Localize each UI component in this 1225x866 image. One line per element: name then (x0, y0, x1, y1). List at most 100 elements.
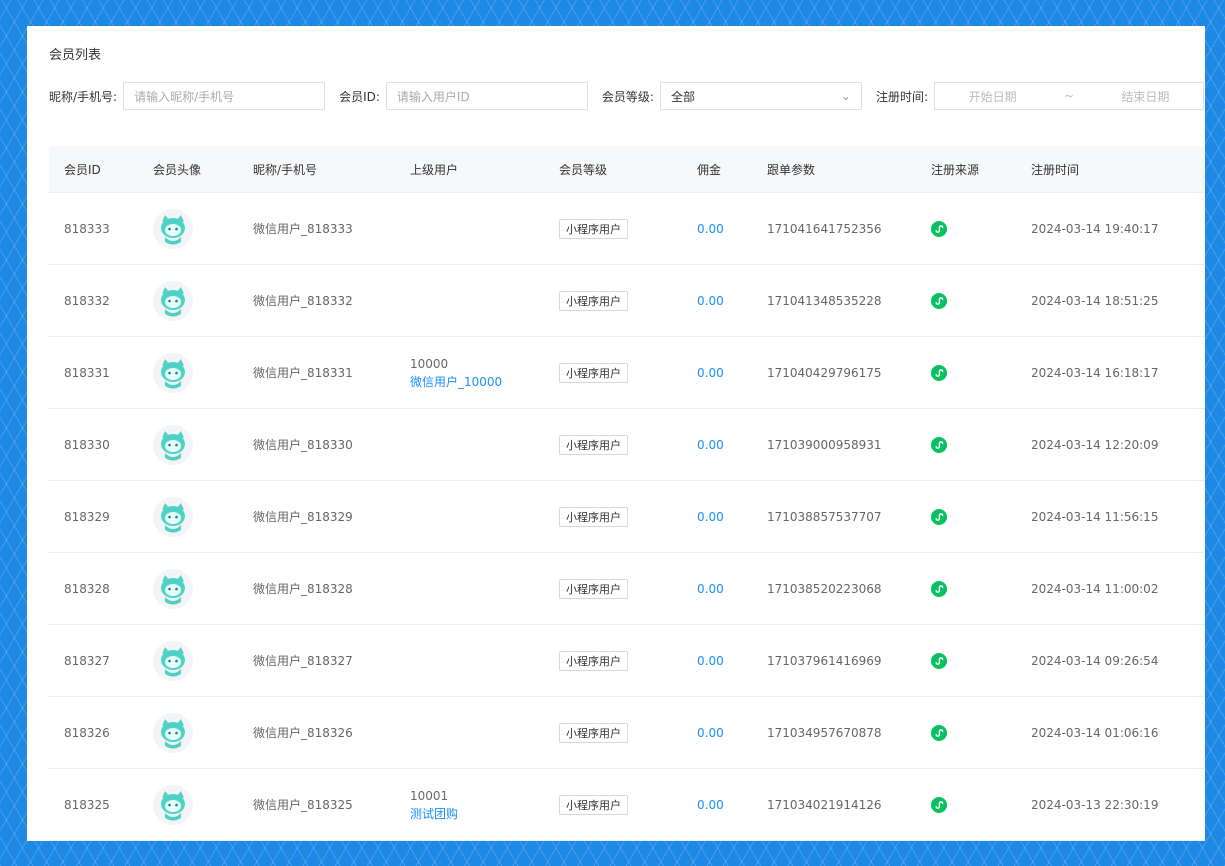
member-id: 818333 (64, 221, 110, 236)
mini-program-icon (931, 652, 947, 669)
cat-avatar-icon (153, 280, 193, 321)
avatar (138, 424, 238, 465)
table-row: 818326 微信用户_818326 小程序用户 0.00 17103495767087… (49, 697, 1205, 769)
avatar (138, 496, 238, 537)
member-level-tag: 小程序用户 (559, 290, 628, 311)
member-level-label: 会员等级: (601, 89, 654, 104)
commission-link[interactable]: 0.00 (682, 438, 752, 452)
reg-source (916, 580, 1016, 597)
nickname: 微信用户_818332 (253, 294, 353, 308)
avatar (138, 640, 238, 681)
nickname-search-input[interactable]: 请输入昵称/手机号 (123, 82, 326, 110)
member-level-cell: 小程序用户 (544, 722, 682, 743)
avatar (138, 784, 238, 825)
header-level: 会员等级 (559, 162, 608, 177)
follow-param: 171034957670878 (767, 725, 882, 740)
reg-date-range-picker[interactable]: 开始日期 ~ 结束日期 (934, 82, 1205, 110)
member-id-placeholder: 请输入用户ID (396, 89, 470, 104)
follow-param: 171041348535228 (767, 293, 882, 308)
member-level-select[interactable]: 全部 ⌄ (659, 82, 862, 110)
avatar (138, 568, 238, 609)
member-id-input[interactable]: 请输入用户ID (385, 82, 588, 110)
reg-time: 2024-03-14 18:51:25 (1031, 293, 1159, 308)
follow-param: 171041641752356 (767, 221, 882, 236)
member-table: 会员ID 会员头像 昵称/手机号 上级用户 会员等级 佣金 跟单参数 注册来源 … (49, 146, 1205, 841)
avatar (138, 208, 238, 249)
avatar (138, 712, 238, 753)
reg-source (916, 436, 1016, 453)
member-id: 818330 (64, 437, 110, 452)
nickname: 微信用户_818329 (253, 510, 353, 524)
commission-link[interactable]: 0.00 (682, 366, 752, 380)
commission-link[interactable]: 0.00 (682, 726, 752, 740)
member-level-tag: 小程序用户 (559, 434, 628, 455)
cat-avatar-icon (153, 784, 193, 825)
nickname: 微信用户_818328 (253, 582, 353, 596)
mini-program-icon (931, 580, 947, 597)
nickname: 微信用户_818325 (253, 798, 353, 812)
superior-id: 10001 (410, 788, 449, 803)
superior-user: 10000 微信用户_10000 (395, 355, 544, 391)
commission-link[interactable]: 0.00 (682, 654, 752, 668)
table-row: 818332 微信用户_818332 小程序用户 0.00 17104134853522… (49, 265, 1205, 337)
cat-avatar-icon (153, 640, 193, 681)
superior-name-link[interactable]: 微信用户_10000 (410, 373, 544, 391)
member-id: 818325 (64, 797, 110, 812)
member-id: 818328 (64, 581, 110, 596)
superior-name-link[interactable]: 测试团购 (410, 805, 544, 823)
avatar (138, 280, 238, 321)
member-id: 818326 (64, 725, 110, 740)
mini-program-icon (931, 292, 947, 309)
follow-param: 171038857537707 (767, 509, 882, 524)
table-row: 818329 微信用户_818329 小程序用户 0.00 17103885753770… (49, 481, 1205, 553)
member-level-tag: 小程序用户 (559, 650, 628, 671)
table-row: 818325 微信用户_818325 10001 测试团购 小程序用户 0.00 17103… (49, 769, 1205, 841)
cat-avatar-icon (153, 352, 193, 393)
commission-link[interactable]: 0.00 (682, 222, 752, 236)
mini-program-icon (931, 508, 947, 525)
member-id: 818332 (64, 293, 110, 308)
nickname-label: 昵称/手机号: (49, 89, 118, 104)
superior-id: 10000 (410, 356, 449, 371)
commission-link[interactable]: 0.00 (682, 510, 752, 524)
member-id: 818331 (64, 365, 110, 380)
member-level-tag: 小程序用户 (559, 506, 628, 527)
member-level-tag: 小程序用户 (559, 722, 628, 743)
reg-time: 2024-03-14 19:40:17 (1031, 221, 1159, 236)
reg-time: 2024-03-13 22:30:19 (1031, 797, 1159, 812)
follow-param: 171040429796175 (767, 365, 882, 380)
reg-source (916, 364, 1016, 381)
start-date-input[interactable]: 开始日期 (969, 88, 1017, 105)
follow-param: 171039000958931 (767, 437, 882, 452)
reg-time: 2024-03-14 01:06:16 (1031, 725, 1159, 740)
commission-link[interactable]: 0.00 (682, 582, 752, 596)
table-row: 818331 微信用户_818331 10000 微信用户_10000 小程序用户 0.0… (49, 337, 1205, 409)
reg-source (916, 796, 1016, 813)
cat-avatar-icon (153, 208, 193, 249)
member-level-cell: 小程序用户 (544, 290, 682, 311)
follow-param: 171034021914126 (767, 797, 882, 812)
reg-time: 2024-03-14 12:20:09 (1031, 437, 1159, 452)
table-body: 818333 微信用户_818333 小程序用户 0.00 17104164175235… (49, 193, 1205, 841)
header-avatar: 会员头像 (153, 162, 202, 177)
superior-user: 10001 测试团购 (395, 787, 544, 823)
member-level-cell: 小程序用户 (544, 434, 682, 455)
reg-source (916, 508, 1016, 525)
reg-time-label: 注册时间: (875, 89, 929, 104)
nickname-placeholder: 请输入昵称/手机号 (134, 89, 235, 104)
date-range-separator: ~ (1063, 89, 1075, 103)
member-id-label: 会员ID: (339, 89, 380, 104)
header-commission: 佣金 (697, 162, 722, 177)
cat-avatar-icon (153, 496, 193, 537)
reg-time: 2024-03-14 09:26:54 (1031, 653, 1159, 668)
end-date-input[interactable]: 结束日期 (1121, 88, 1169, 105)
member-level-cell: 小程序用户 (544, 362, 682, 383)
cat-avatar-icon (153, 568, 193, 609)
header-superior: 上级用户 (410, 162, 459, 177)
member-level-cell: 小程序用户 (544, 506, 682, 527)
header-follow-param: 跟单参数 (767, 162, 816, 177)
member-id: 818327 (64, 653, 110, 668)
member-level-value: 全部 (670, 89, 695, 104)
commission-link[interactable]: 0.00 (682, 798, 752, 812)
commission-link[interactable]: 0.00 (682, 294, 752, 308)
